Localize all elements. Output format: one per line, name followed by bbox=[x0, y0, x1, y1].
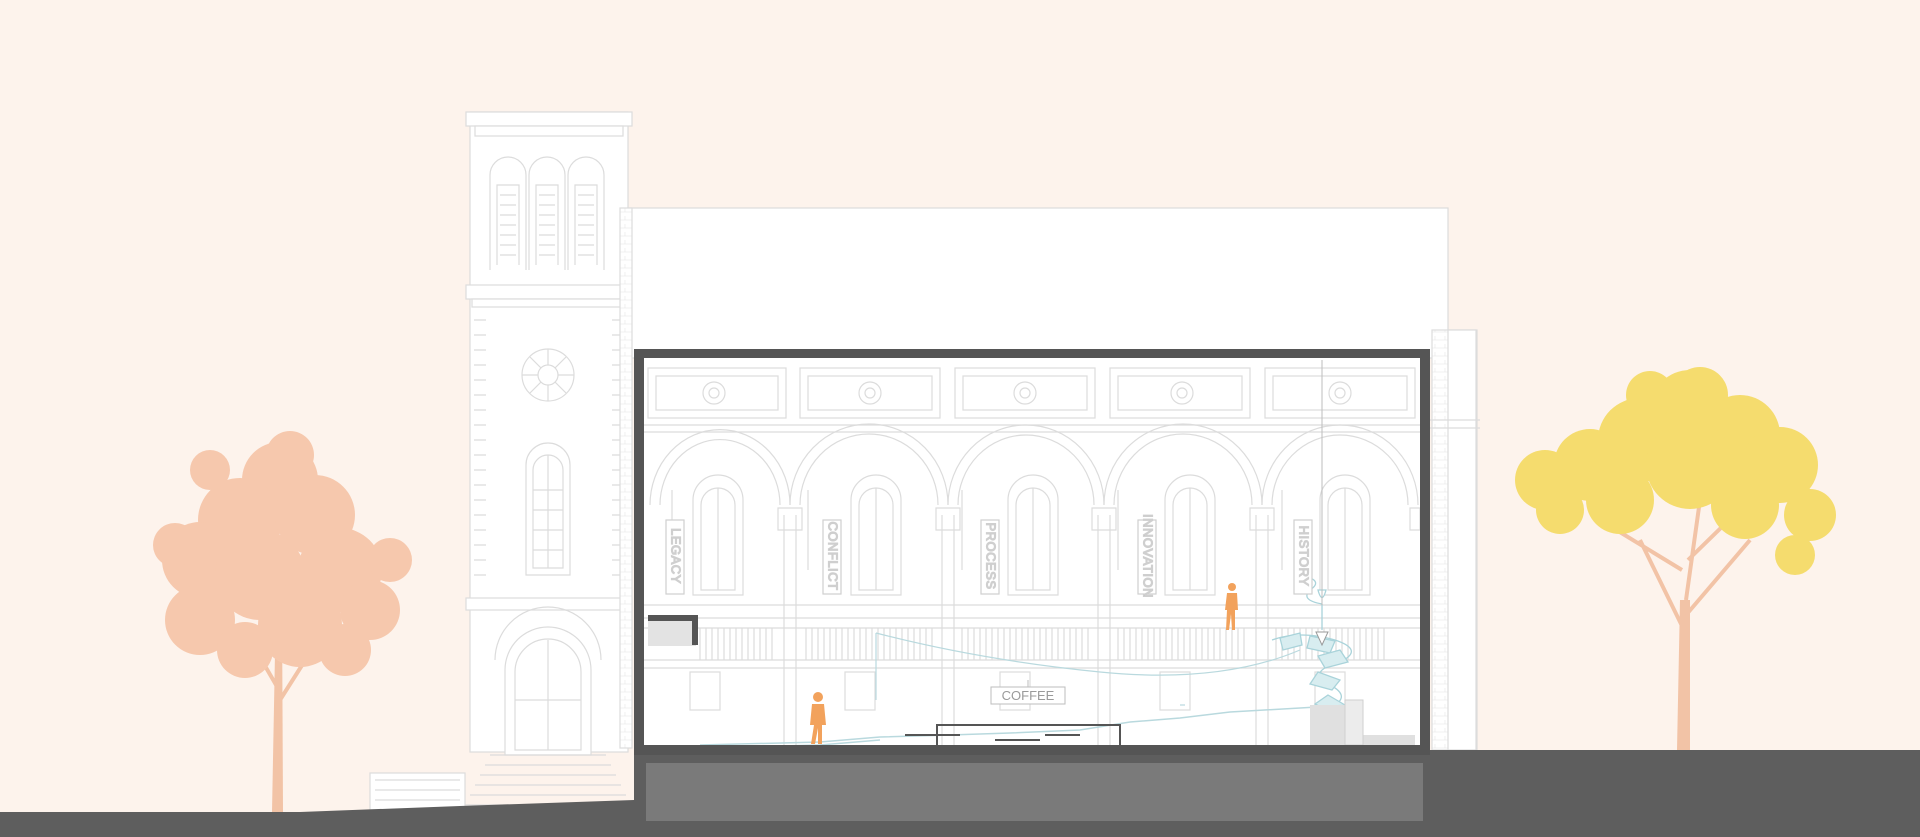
banner-label: LEGACY bbox=[669, 528, 684, 584]
banner-label: INNOVATION bbox=[1141, 514, 1156, 598]
banner-innovation: INNOVATION bbox=[1137, 513, 1157, 599]
banner-label: PROCESS bbox=[984, 522, 999, 589]
banner-conflict: CONFLICT bbox=[822, 519, 842, 595]
building-section-drawing: COFFEE LEGACY CONFLICT PROCESS INNOVATIO… bbox=[0, 0, 1920, 837]
basement-space bbox=[646, 763, 1423, 821]
banner-label: CONFLICT bbox=[826, 522, 841, 591]
banner-label: HISTORY bbox=[1297, 526, 1312, 587]
banner-process: PROCESS bbox=[980, 519, 1000, 595]
banner-legacy: LEGACY bbox=[665, 519, 685, 595]
banner-history: HISTORY bbox=[1293, 519, 1313, 595]
ground-base bbox=[0, 821, 1920, 837]
coffee-sign-label: COFFEE bbox=[1002, 688, 1055, 703]
